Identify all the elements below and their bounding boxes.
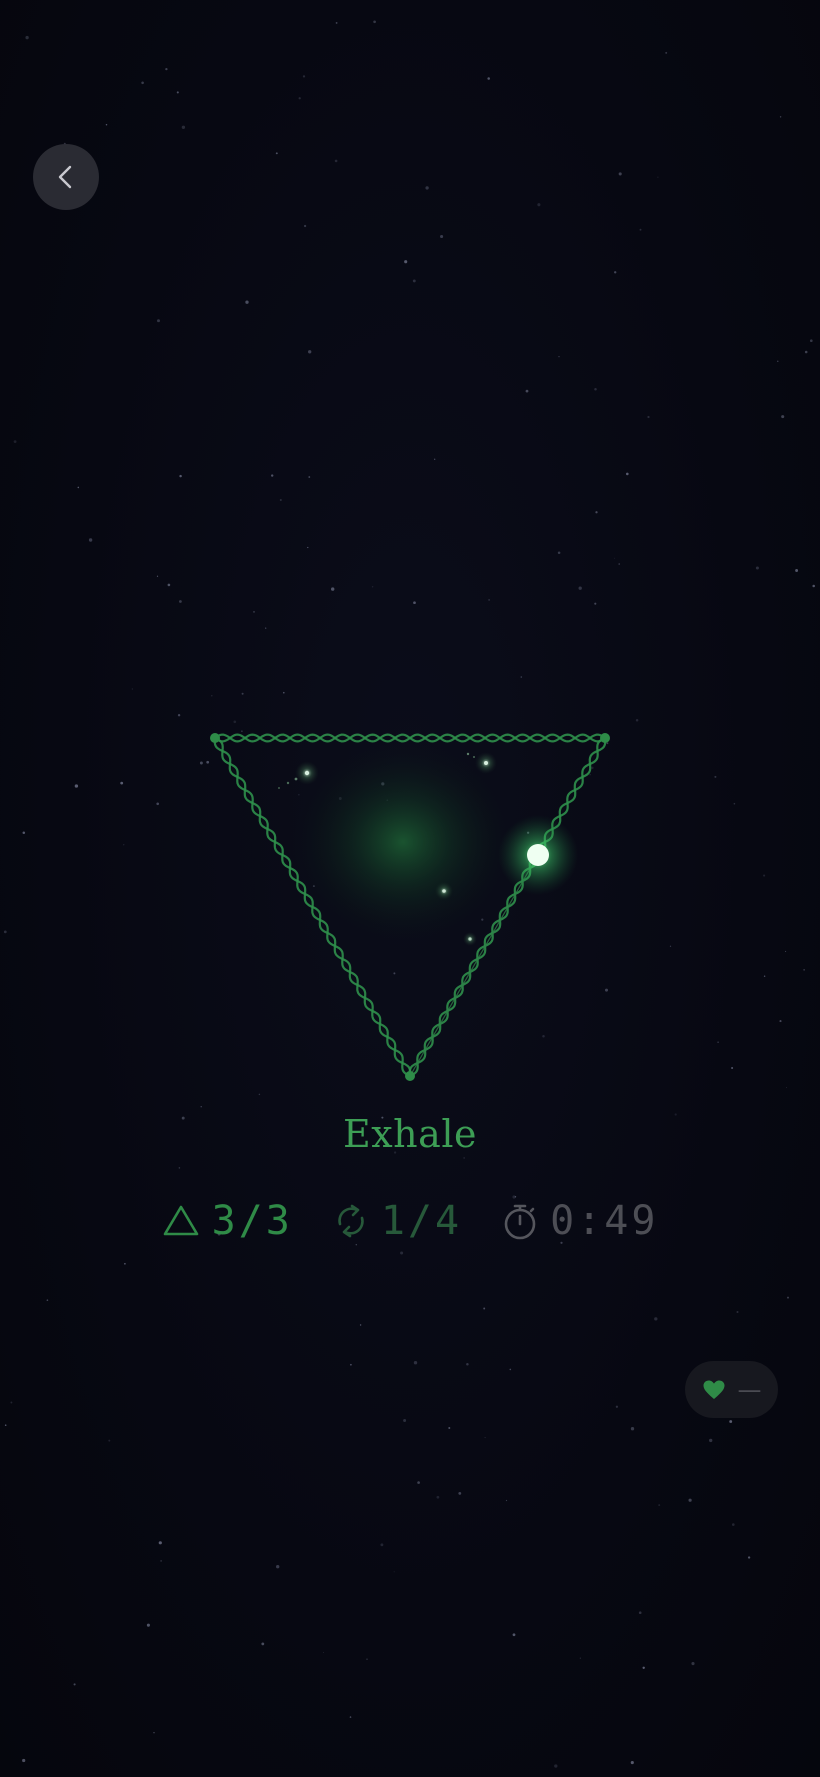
- session-stats: 3/3 1/4 0:49: [0, 1198, 820, 1244]
- heart-rate-value: —: [737, 1375, 762, 1404]
- chevron-left-icon: [58, 165, 72, 189]
- phase-label: Exhale: [343, 1112, 477, 1156]
- cycles-value: 1/4: [380, 1198, 463, 1244]
- repeat-icon: [338, 1204, 364, 1238]
- timer-stat: 0:49: [502, 1198, 658, 1244]
- starfield-background: [3, 20, 815, 1768]
- triangle-icon: [163, 1205, 198, 1236]
- timer-value: 0:49: [550, 1198, 659, 1244]
- cycles-stat: 1/4: [333, 1198, 462, 1244]
- heart-icon: [703, 1380, 724, 1399]
- back-button[interactable]: [33, 144, 99, 210]
- sides-value: 3/3: [211, 1198, 293, 1244]
- stopwatch-icon: [504, 1204, 536, 1240]
- heart-rate-button[interactable]: —: [685, 1361, 778, 1418]
- sides-stat: 3/3: [162, 1198, 293, 1244]
